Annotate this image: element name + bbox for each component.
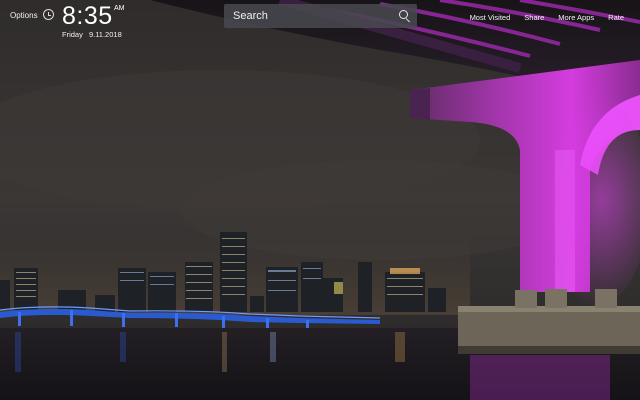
time-display: 8:35 [62, 2, 113, 30]
day-label: Friday [62, 30, 83, 39]
nav-rate[interactable]: Rate [608, 13, 624, 22]
date-display: Friday 9.11.2018 [62, 30, 122, 39]
search-bar[interactable] [224, 4, 417, 28]
nav-share[interactable]: Share [524, 13, 544, 22]
search-icon[interactable] [393, 4, 417, 28]
nav-more-apps[interactable]: More Apps [558, 13, 594, 22]
top-nav: Most Visited Share More Apps Rate [470, 13, 624, 22]
nav-most-visited[interactable]: Most Visited [470, 13, 511, 22]
search-input[interactable] [224, 4, 393, 28]
clock: 8:35 AM [62, 2, 125, 30]
date-label: 9.11.2018 [88, 30, 122, 39]
options-link[interactable]: Options [10, 11, 38, 20]
background-photo [0, 0, 640, 400]
clock-icon[interactable] [43, 9, 54, 20]
ampm-label: AM [114, 5, 125, 12]
